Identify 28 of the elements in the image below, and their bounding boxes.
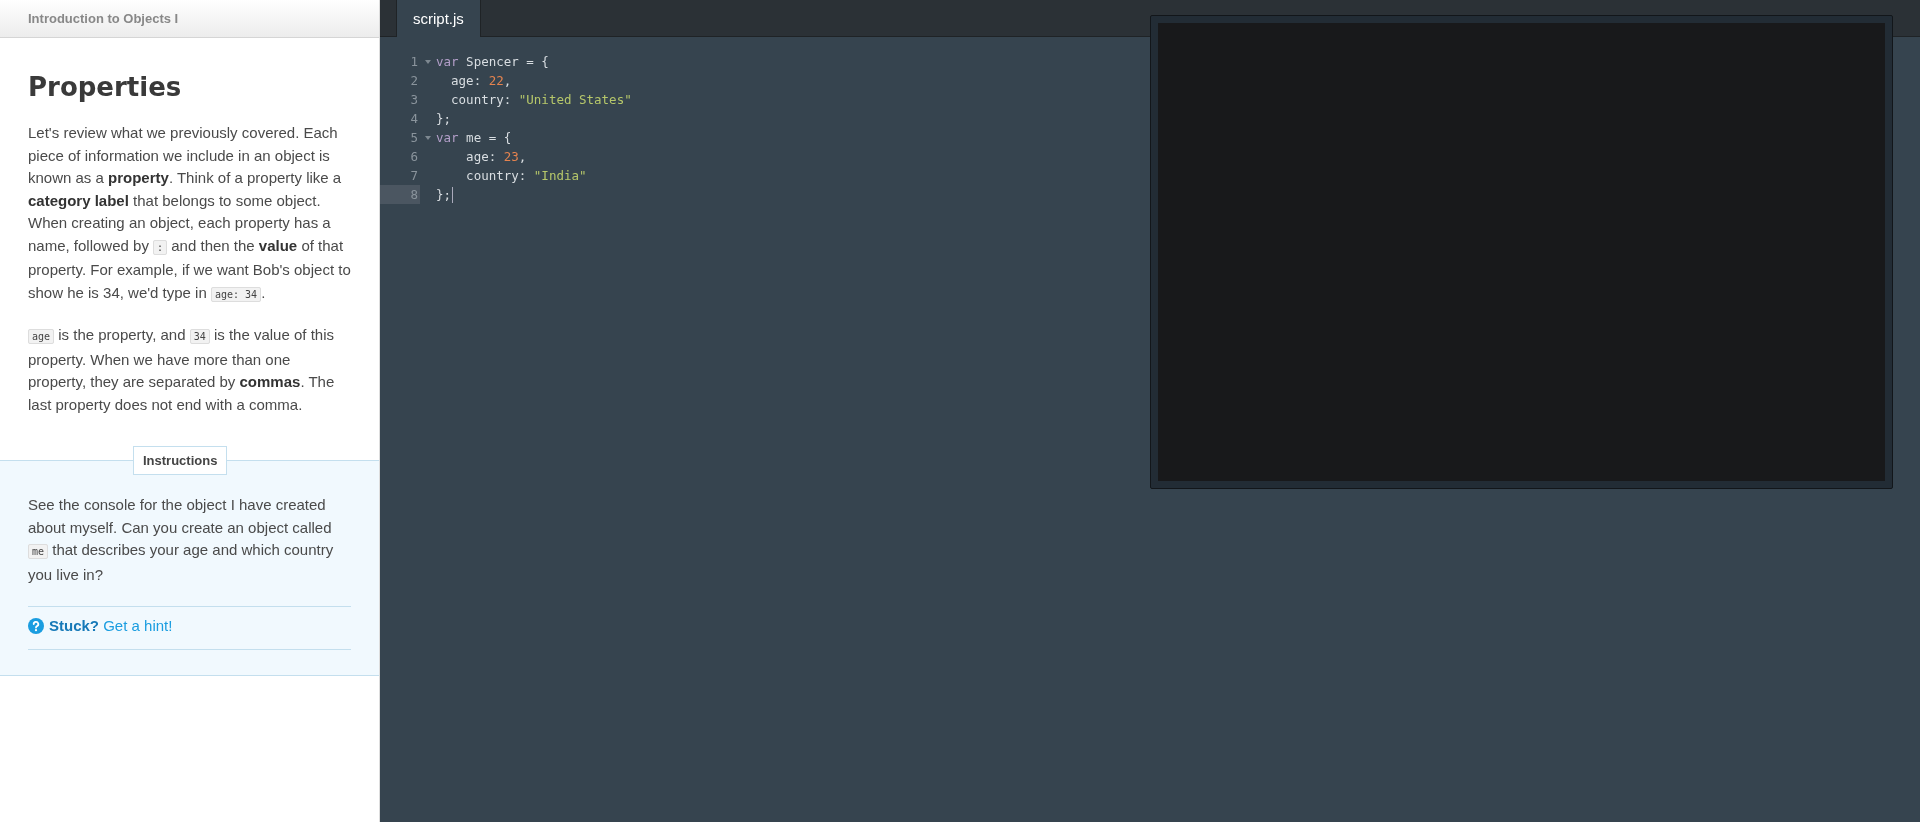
lesson-title: Introduction to Objects I [28,11,179,26]
code-line: country: "United States" [450,91,632,109]
lesson-paragraph: age is the property, and 34 is the value of this property. When we have more than one property, they are separated by commas. The last property does not end with a comma. [28,325,336,415]
code-line: }; [436,110,452,128]
code-line: age: 22, [450,72,512,90]
instructions-text: See the console for the object I have created about myself. Can you create an object called me that describes your age and which country you live in? [28,495,335,585]
fold-arrow-icon[interactable] [425,59,431,64]
fold-arrow-icon[interactable] [425,135,431,140]
code-line: country: "India" [465,167,587,185]
line-number: 3 [409,91,419,109]
line-number: 4 [409,110,419,128]
line-number: 7 [409,167,419,185]
lesson-heading: Properties [28,72,183,102]
help-icon [28,617,44,634]
text-cursor [452,186,454,203]
line-number: 8 [380,185,420,204]
code-line: age: 23, [465,148,527,166]
line-number: 1 [409,53,419,71]
hint-link[interactable]: Stuck? Get a hint! [28,617,173,634]
line-number: 5 [409,129,419,147]
file-tab[interactable]: script.js [396,0,481,37]
line-number: 2 [409,72,419,90]
line-number: 6 [409,148,419,166]
code-line: var me = { [436,129,512,147]
code-line: }; [436,186,452,204]
code-line: var Spencer = { [436,53,549,71]
instructions-label: Instructions [133,446,228,475]
lesson-paragraph: Let's review what we previously covered. Each piece of information we include in an object is known as a property. Think of a property like a category label that belongs to some object. When creating an object, each property has a name, followed by : and then the value of that property. For example, if we want Bob's object to show he is 34, we'd type in age: 34 . [28,123,351,304]
